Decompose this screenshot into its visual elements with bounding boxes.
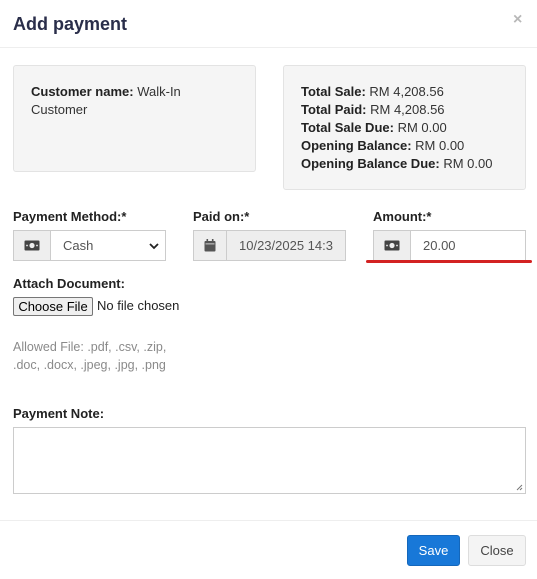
header-divider [0, 47, 537, 48]
add-payment-modal: Add payment × Customer name: Walk-In Cus… [0, 0, 537, 579]
summary-row-total-sale-due: Total Sale Due: RM 0.00 [301, 119, 508, 137]
payment-method-value: Cash [63, 238, 94, 253]
summary-row-opening-balance: Opening Balance: RM 0.00 [301, 137, 508, 155]
payment-summary-panel: Total Sale: RM 4,208.56 Total Paid: RM 4… [283, 65, 526, 190]
amount-label: Amount:* [373, 209, 432, 224]
money-icon [13, 230, 51, 261]
file-status-text: No file chosen [97, 298, 180, 313]
amount-highlight-underline [366, 260, 532, 263]
paid-on-label: Paid on:* [193, 209, 250, 224]
money-icon [373, 230, 411, 261]
summary-label: Total Sale Due: [301, 120, 394, 135]
amount-group: 20.00 [373, 230, 526, 261]
customer-name-label: Customer name: [31, 84, 134, 99]
summary-label: Total Paid: [301, 102, 367, 117]
payment-note-textarea[interactable] [13, 427, 526, 494]
paid-on-input[interactable]: 10/23/2025 14:3 [227, 230, 346, 261]
summary-label: Total Sale: [301, 84, 366, 99]
summary-value: RM 4,208.56 [370, 102, 445, 117]
summary-value: RM 4,208.56 [369, 84, 444, 99]
allowed-files-help: Allowed File: .pdf, .csv, .zip, .doc, .d… [13, 340, 167, 372]
summary-value: RM 0.00 [397, 120, 447, 135]
payment-method-group: Cash [13, 230, 166, 261]
resize-grip-icon[interactable] [515, 483, 523, 491]
summary-row-total-sale: Total Sale: RM 4,208.56 [301, 83, 508, 101]
paid-on-group: 10/23/2025 14:3 [193, 230, 346, 261]
summary-label: Opening Balance: [301, 138, 412, 153]
choose-file-button[interactable]: Choose File [13, 297, 93, 316]
close-button[interactable]: Close [468, 535, 526, 566]
payment-method-label: Payment Method:* [13, 209, 127, 224]
summary-row-total-paid: Total Paid: RM 4,208.56 [301, 101, 508, 119]
close-icon[interactable]: × [513, 12, 522, 28]
footer-divider [0, 520, 537, 521]
modal-title: Add payment [13, 14, 128, 34]
amount-input[interactable]: 20.00 [411, 230, 526, 261]
calendar-icon [193, 230, 227, 261]
save-button[interactable]: Save [407, 535, 460, 566]
summary-label: Opening Balance Due: [301, 156, 440, 171]
payment-note-label: Payment Note: [13, 406, 105, 421]
summary-value: RM 0.00 [443, 156, 493, 171]
chevron-down-icon [149, 242, 159, 249]
customer-info-panel: Customer name: Walk-In Customer [13, 65, 256, 172]
payment-method-select[interactable]: Cash [51, 230, 166, 261]
summary-row-opening-balance-due: Opening Balance Due: RM 0.00 [301, 155, 508, 173]
attach-document-label: Attach Document: [13, 276, 125, 291]
summary-value: RM 0.00 [415, 138, 465, 153]
